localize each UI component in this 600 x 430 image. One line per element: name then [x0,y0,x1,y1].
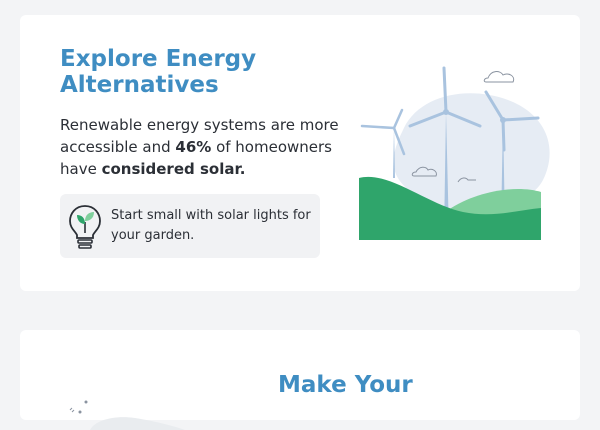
section-title: Explore Energy Alternatives [60,46,257,98]
section-body: Renewable energy systems are more access… [60,114,350,180]
body-emphasis: considered solar. [101,160,246,178]
lightbulb-sprout-icon [69,205,101,249]
tip-text: Start small with solar lights for your g… [111,208,311,243]
homeowner-stat: 46% [175,138,212,156]
wind-turbines-illustration [359,66,550,240]
tip-callout: Start small with solar lights for your g… [60,194,320,258]
section-2-title: Make Your [278,372,413,398]
make-your-card: Make Your [20,330,580,430]
globe-illustration [69,400,185,430]
